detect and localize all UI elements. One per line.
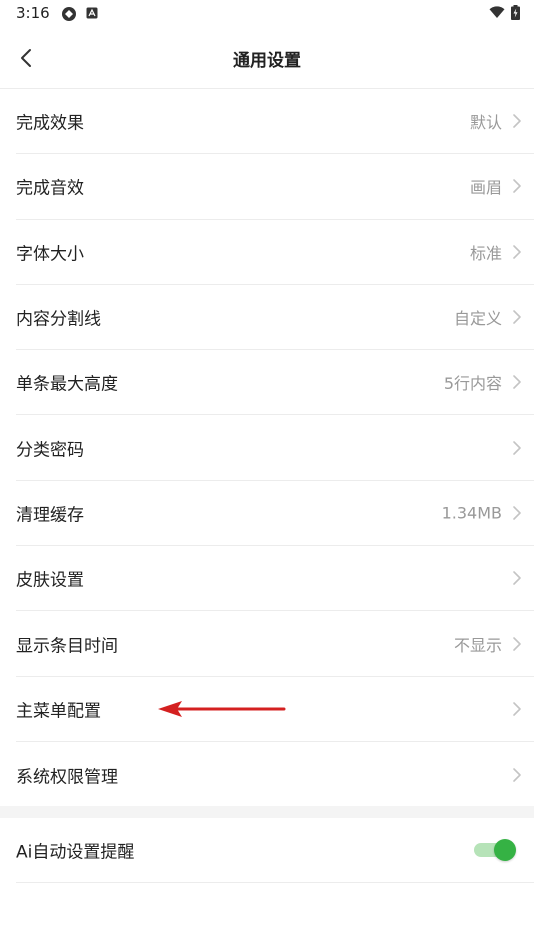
chevron-right-icon (513, 114, 521, 128)
chevron-right-icon (513, 440, 521, 455)
setting-value: 1.34MB (441, 503, 502, 523)
setting-label: 完成音效 (16, 178, 84, 199)
setting-clear-cache[interactable]: 清理缓存 1.34MB (16, 481, 534, 547)
setting-category-password[interactable]: 分类密码 (16, 415, 534, 481)
setting-value: 标准 (469, 243, 502, 263)
chevron-right-icon (513, 375, 521, 390)
setting-label: 主菜单配置 (16, 701, 101, 722)
chevron-right-icon (513, 244, 521, 259)
app-notification-icon (62, 7, 76, 21)
setting-label: 完成效果 (16, 113, 84, 134)
chevron-right-icon (513, 506, 521, 520)
setting-value: 画眉 (469, 178, 502, 198)
top-app-bar: 通用设置 (0, 30, 534, 86)
setting-value: 默认 (469, 113, 502, 133)
wifi-icon (489, 6, 505, 18)
setting-label: 系统权限管理 (16, 767, 118, 788)
setting-label: 单条最大高度 (16, 374, 118, 395)
chevron-right-icon (513, 310, 521, 324)
setting-completion-sound[interactable]: 完成音效 画眉 (16, 154, 534, 220)
setting-label: 字体大小 (16, 244, 84, 265)
section-divider (0, 806, 534, 818)
setting-completion-effect[interactable]: 完成效果 默认 (16, 89, 534, 155)
setting-label: 显示条目时间 (16, 636, 118, 657)
chevron-right-icon (513, 702, 521, 716)
ai-reminder-toggle[interactable] (474, 839, 516, 861)
battery-icon (511, 5, 520, 20)
setting-label: 内容分割线 (16, 309, 101, 330)
status-bar: 3:16 (0, 0, 534, 28)
setting-skin[interactable]: 皮肤设置 (16, 546, 534, 612)
setting-font-size[interactable]: 字体大小 标准 (16, 220, 534, 285)
setting-value: 不显示 (453, 635, 502, 655)
setting-value: 5行内容 (443, 374, 502, 394)
chevron-right-icon (513, 636, 521, 651)
setting-content-divider[interactable]: 内容分割线 自定义 (16, 285, 534, 351)
setting-max-item-height[interactable]: 单条最大高度 5行内容 (16, 350, 534, 416)
accessibility-notification-icon (86, 7, 98, 19)
setting-label: 皮肤设置 (16, 570, 84, 591)
setting-value: 自定义 (453, 309, 502, 329)
toggle-knob (494, 839, 516, 861)
setting-ai-auto-reminder[interactable]: Ai自动设置提醒 (16, 818, 534, 883)
status-indicators (489, 5, 520, 20)
setting-label: 分类密码 (16, 440, 84, 461)
setting-show-item-time[interactable]: 显示条目时间 不显示 (16, 611, 534, 677)
setting-system-permissions[interactable]: 系统权限管理 (16, 742, 534, 807)
setting-label: Ai自动设置提醒 (16, 842, 135, 863)
chevron-right-icon (513, 767, 521, 782)
chevron-right-icon (513, 179, 521, 194)
status-time: 3:16 (16, 4, 50, 22)
setting-label: 清理缓存 (16, 505, 84, 526)
annotation-arrow-icon (158, 701, 286, 717)
page-title: 通用设置 (233, 51, 301, 71)
chevron-right-icon (513, 571, 521, 586)
